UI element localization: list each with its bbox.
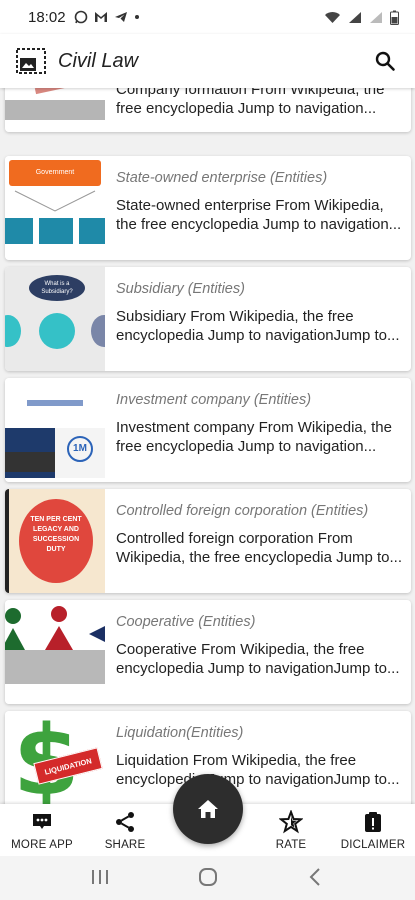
rate-label: RATE	[275, 839, 307, 851]
recents-icon[interactable]	[90, 868, 110, 886]
card-description: Cooperative From Wikipedia, the free enc…	[116, 641, 400, 677]
card-description: State-owned enterprise From Wikipedia, t…	[116, 197, 402, 233]
disclaimer-button[interactable]: DICLAIMER	[328, 810, 415, 851]
company-formation-thumbnail	[5, 88, 105, 132]
card-description: Controlled foreign corporation From Wiki…	[116, 530, 402, 566]
more-apps-icon	[33, 814, 51, 829]
card-title: State-owned enterprise (Entities)	[116, 170, 328, 186]
card-title: Subsidiary (Entities)	[116, 281, 245, 297]
app-bar: Civil Law	[0, 34, 415, 88]
telegram-icon	[114, 12, 127, 22]
system-navigation-bar	[0, 856, 415, 900]
image-frame-icon	[16, 48, 46, 74]
more-apps-label: MORE APP	[11, 839, 73, 851]
home-circle-icon[interactable]	[198, 867, 218, 887]
share-icon	[116, 812, 134, 832]
more-apps-button[interactable]: MORE APP	[0, 810, 87, 851]
wifi-icon	[325, 11, 340, 23]
list-item[interactable]: Company formation From Wikipedia, the fr…	[5, 88, 411, 132]
thumb-label: 1M	[67, 436, 93, 462]
cooperative-figures-thumbnail	[5, 600, 105, 704]
thumb-label: What is a Subsidiary?	[29, 275, 85, 301]
share-button[interactable]: SHARE	[80, 810, 170, 851]
government-chart-thumbnail: Government	[5, 156, 105, 260]
star-icon	[279, 810, 303, 834]
share-label: SHARE	[104, 839, 146, 851]
battery-icon	[390, 10, 399, 25]
card-title: Liquidation(Entities)	[116, 725, 244, 741]
card-title: Investment company (Entities)	[116, 392, 312, 408]
card-title: Controlled foreign corporation (Entities…	[116, 503, 369, 519]
list-item[interactable]: 1M Investment company (Entities) Investm…	[5, 378, 411, 482]
list-item[interactable]: Government State-owned enterprise (Entit…	[5, 156, 411, 260]
signal-icon	[370, 11, 382, 23]
dot-icon	[134, 15, 139, 19]
home-icon	[198, 800, 218, 818]
list-item[interactable]: What is a Subsidiary? Subsidiary (Entiti…	[5, 267, 411, 371]
page-title: Civil Law	[58, 49, 139, 72]
status-time: 18:02	[28, 8, 66, 26]
whatsapp-icon	[74, 10, 87, 24]
card-description: Subsidiary From Wikipedia, the free ency…	[116, 308, 400, 344]
status-bar: 18:02	[0, 0, 415, 34]
card-description: Liquidation From Wikipedia, the free enc…	[116, 752, 400, 788]
clipboard-alert-icon	[365, 812, 381, 832]
card-description: Company formation From Wikipedia, the fr…	[116, 88, 385, 117]
investment-logo-thumbnail: 1M	[5, 378, 105, 482]
thumb-label: TEN PER CENT LEGACY AND SUCCESSION DUTY	[19, 499, 93, 583]
card-title: Cooperative (Entities)	[116, 614, 256, 630]
rate-button[interactable]: RATE	[246, 810, 336, 851]
search-icon[interactable]	[373, 49, 397, 73]
ten-per-cent-stamp-thumbnail: TEN PER CENT LEGACY AND SUCCESSION DUTY	[5, 489, 105, 593]
article-list: Company formation From Wikipedia, the fr…	[0, 88, 415, 804]
disclaimer-label: DICLAIMER	[340, 839, 406, 851]
gmail-icon	[94, 12, 107, 22]
list-item[interactable]: Cooperative (Entities) Cooperative From …	[5, 600, 411, 704]
signal-icon	[349, 11, 361, 23]
liquidation-dollar-thumbnail: $ LIQUIDATION	[5, 711, 105, 804]
card-description: Investment company From Wikipedia, the f…	[116, 419, 392, 455]
thumb-label: Government	[9, 160, 101, 186]
home-fab-button[interactable]	[173, 774, 243, 844]
list-item[interactable]: TEN PER CENT LEGACY AND SUCCESSION DUTY …	[5, 489, 411, 593]
subsidiary-diagram-thumbnail: What is a Subsidiary?	[5, 267, 105, 371]
back-icon[interactable]	[308, 867, 322, 887]
